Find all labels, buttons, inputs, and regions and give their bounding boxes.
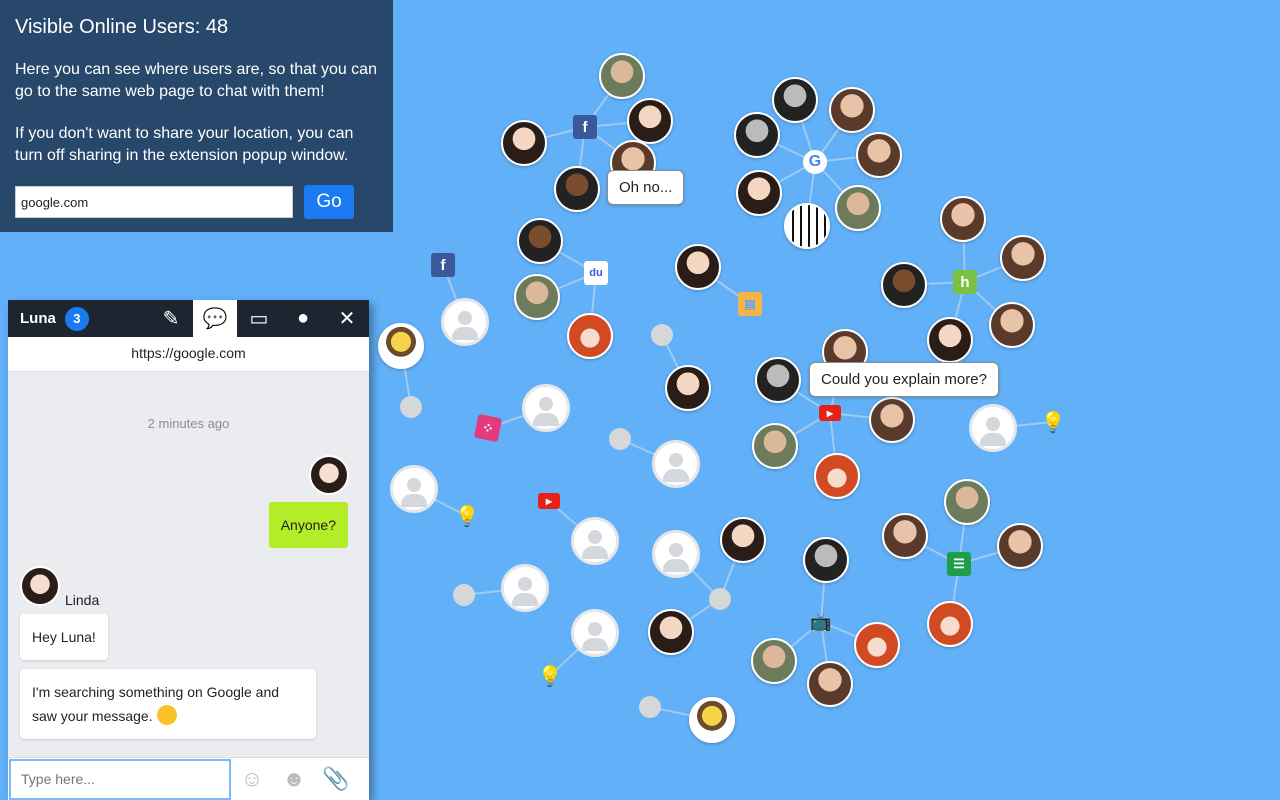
anonymous-user-icon[interactable] bbox=[522, 384, 570, 432]
lightbulb-icon[interactable]: 💡 bbox=[1041, 410, 1066, 434]
user-avatar[interactable] bbox=[814, 453, 860, 499]
account-icon[interactable]: ● bbox=[281, 300, 325, 337]
user-avatar[interactable] bbox=[567, 313, 613, 359]
user-avatar[interactable] bbox=[751, 638, 797, 684]
user-avatar[interactable] bbox=[829, 87, 875, 133]
speech-bubble: Could you explain more? bbox=[809, 362, 999, 397]
inbox-icon[interactable]: ▭ bbox=[237, 300, 281, 337]
user-avatar[interactable] bbox=[803, 537, 849, 583]
page-node bbox=[609, 428, 631, 450]
anonymous-user-icon[interactable] bbox=[652, 440, 700, 488]
online-users-title: Visible Online Users: 48 bbox=[15, 16, 229, 38]
message-input[interactable] bbox=[9, 758, 231, 800]
edit-icon[interactable]: ✎ bbox=[149, 300, 193, 337]
anonymous-user-icon[interactable] bbox=[501, 564, 549, 612]
user-avatar[interactable] bbox=[881, 262, 927, 308]
page-node bbox=[651, 324, 673, 346]
unread-badge: 3 bbox=[64, 306, 89, 331]
info-panel: Visible Online Users: 48 Here you can se… bbox=[0, 0, 393, 232]
box-site-icon[interactable]: ▤ bbox=[738, 292, 762, 316]
laugh-emoji-icon[interactable]: ☺ bbox=[231, 758, 273, 800]
message-timestamp: 2 minutes ago bbox=[147, 416, 230, 431]
page-node bbox=[453, 584, 475, 606]
facebook-icon[interactable]: f bbox=[431, 253, 455, 277]
user-avatar[interactable] bbox=[869, 397, 915, 443]
user-avatar[interactable] bbox=[627, 98, 673, 144]
user-avatar[interactable] bbox=[940, 196, 986, 242]
user-avatar[interactable] bbox=[944, 479, 990, 525]
speech-bubble: Oh no... bbox=[607, 170, 685, 205]
youtube-icon[interactable]: ▶ bbox=[538, 493, 560, 509]
chat-message-other: Hey Luna! bbox=[20, 614, 108, 660]
chat-message-self: Anyone? bbox=[268, 502, 348, 548]
user-avatar[interactable] bbox=[648, 609, 694, 655]
dice-icon[interactable]: ⁘ bbox=[473, 413, 503, 443]
user-avatar[interactable] bbox=[554, 166, 600, 212]
paperclip-icon[interactable]: 📎 bbox=[315, 758, 357, 800]
user-avatar[interactable] bbox=[720, 517, 766, 563]
lightbulb-icon[interactable]: 💡 bbox=[455, 504, 480, 528]
chat-message-other: I'm searching something on Google and sa… bbox=[20, 669, 316, 739]
youtube-icon[interactable]: ▶ bbox=[819, 405, 841, 421]
facebook-icon[interactable]: f bbox=[573, 115, 597, 139]
user-avatar[interactable] bbox=[854, 622, 900, 668]
info-text: If you don't want to share your location… bbox=[15, 125, 354, 164]
message-text: I'm searching something on Google and sa… bbox=[32, 684, 280, 724]
anonymous-user-icon[interactable] bbox=[441, 298, 489, 346]
green-site-icon[interactable]: ☰ bbox=[947, 552, 971, 576]
user-avatar[interactable] bbox=[807, 661, 853, 707]
user-avatar[interactable] bbox=[784, 203, 830, 249]
anonymous-user-icon[interactable] bbox=[571, 517, 619, 565]
user-avatar[interactable] bbox=[689, 697, 735, 743]
info-text: Here you can see where users are, so tha… bbox=[15, 61, 377, 100]
user-avatar[interactable] bbox=[882, 513, 928, 559]
anonymous-user-icon[interactable] bbox=[571, 609, 619, 657]
chat-header: Luna 3 ✎ 💬 ▭ ● ✕ bbox=[8, 300, 369, 337]
user-avatar[interactable] bbox=[1000, 235, 1046, 281]
user-avatar[interactable] bbox=[514, 274, 560, 320]
message-text: Hey Luna! bbox=[32, 629, 96, 645]
page-node bbox=[639, 696, 661, 718]
sender-name: Linda bbox=[65, 592, 100, 608]
user-avatar[interactable] bbox=[835, 185, 881, 231]
user-avatar[interactable] bbox=[989, 302, 1035, 348]
user-avatar[interactable] bbox=[856, 132, 902, 178]
user-avatar[interactable] bbox=[665, 365, 711, 411]
chat-page-url[interactable]: https://google.com bbox=[8, 337, 369, 372]
chat-bubbles-icon[interactable]: 💬 bbox=[193, 300, 237, 337]
user-avatar[interactable] bbox=[599, 53, 645, 99]
avatar[interactable] bbox=[20, 566, 60, 606]
anonymous-user-icon[interactable] bbox=[390, 465, 438, 513]
user-avatar[interactable] bbox=[734, 112, 780, 158]
avatar[interactable] bbox=[309, 455, 349, 495]
user-avatar[interactable] bbox=[927, 601, 973, 647]
tv-icon[interactable]: 📺 bbox=[809, 610, 833, 634]
chat-window: Luna 3 ✎ 💬 ▭ ● ✕ https://google.com 2 mi… bbox=[8, 300, 369, 800]
user-avatar[interactable] bbox=[927, 317, 973, 363]
user-avatar[interactable] bbox=[752, 423, 798, 469]
lightbulb-icon[interactable]: 💡 bbox=[538, 664, 563, 688]
user-avatar[interactable] bbox=[675, 244, 721, 290]
user-avatar[interactable] bbox=[772, 77, 818, 123]
user-avatar[interactable] bbox=[736, 170, 782, 216]
message-composer: ☺ ☻ 📎 bbox=[8, 757, 369, 800]
close-icon[interactable]: ✕ bbox=[325, 300, 369, 337]
anonymous-user-icon[interactable] bbox=[969, 404, 1017, 452]
smile-emoji-icon bbox=[156, 705, 177, 725]
baidu-icon[interactable]: du bbox=[584, 261, 608, 285]
google-icon[interactable]: G bbox=[803, 150, 827, 174]
site-search-input[interactable] bbox=[15, 186, 293, 218]
user-avatar[interactable] bbox=[997, 523, 1043, 569]
page-node bbox=[400, 396, 422, 418]
user-avatar[interactable] bbox=[755, 357, 801, 403]
user-avatar[interactable] bbox=[378, 323, 424, 369]
user-avatar[interactable] bbox=[501, 120, 547, 166]
anonymous-user-icon[interactable] bbox=[652, 530, 700, 578]
houzz-icon[interactable]: h bbox=[953, 270, 977, 294]
smile-emoji-icon[interactable]: ☻ bbox=[273, 758, 315, 800]
page-node bbox=[709, 588, 731, 610]
chat-user-name: Luna bbox=[20, 310, 56, 327]
user-avatar[interactable] bbox=[517, 218, 563, 264]
go-button[interactable]: Go bbox=[304, 185, 354, 219]
